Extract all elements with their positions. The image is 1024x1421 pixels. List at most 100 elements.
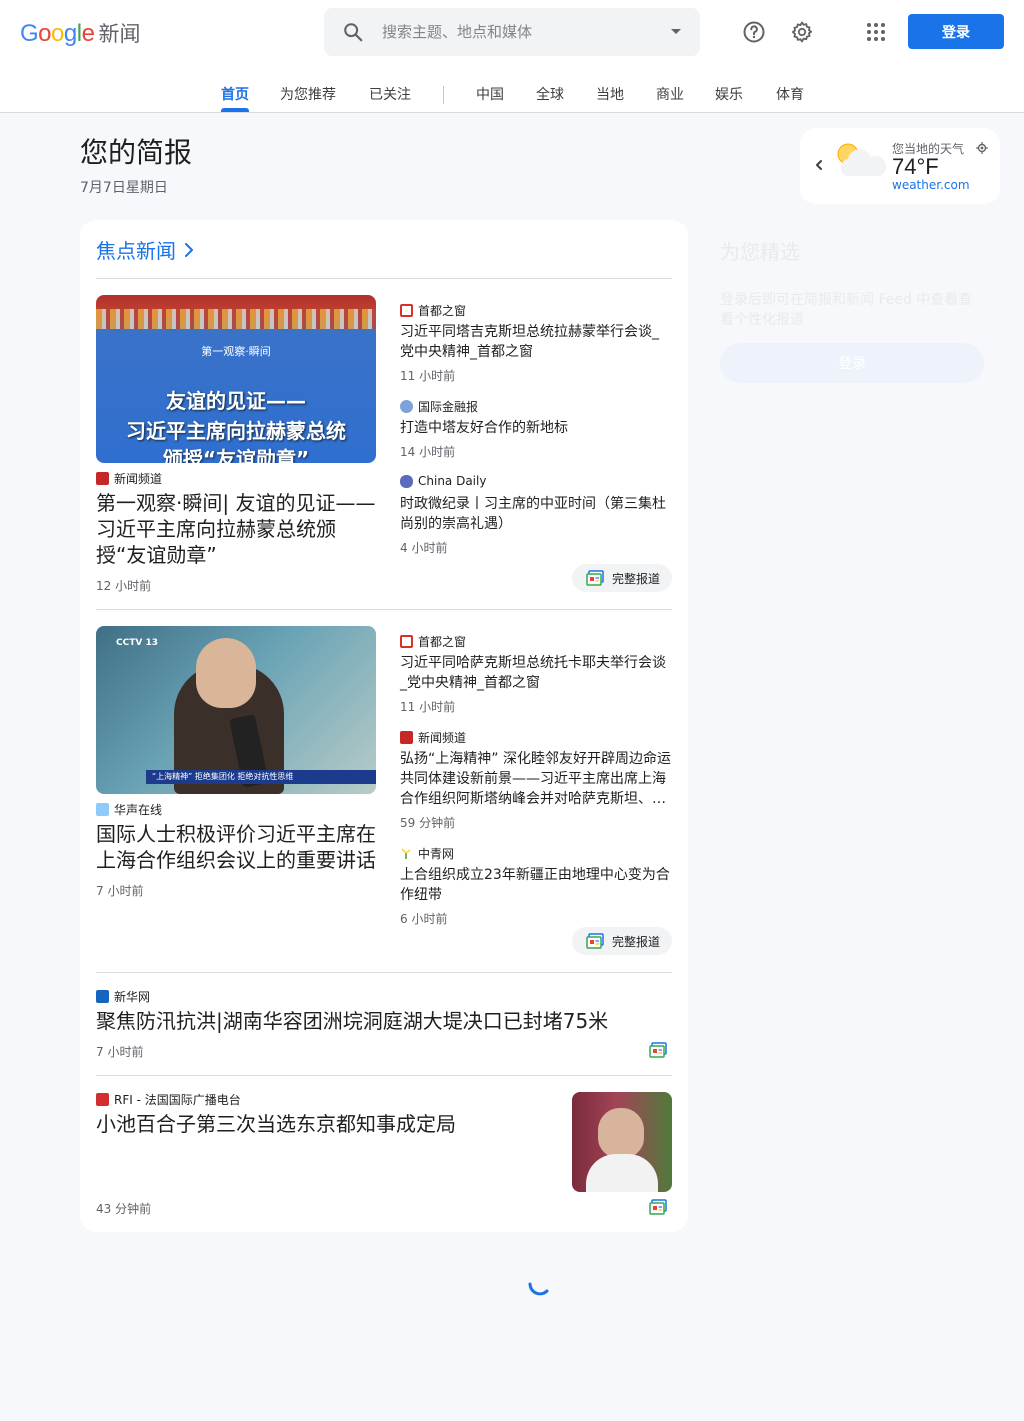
story-headline[interactable]: 国际人士积极评价习近平主席在上海合作组织会议上的重要讲话 xyxy=(96,821,376,873)
thumbnail-face xyxy=(598,1108,644,1158)
story-source[interactable]: 华声在线 xyxy=(96,801,162,818)
for-you-title: 为您精选 xyxy=(720,240,800,264)
search-box[interactable] xyxy=(324,8,700,56)
related-headline[interactable]: 习近平同塔吉克斯坦总统拉赫蒙举行会谈_党中央精神_首都之窗 xyxy=(400,322,672,362)
related-headline[interactable]: 上合组织成立23年新疆正由地理中心变为合作纽带 xyxy=(400,865,672,905)
story-image[interactable]: 第一观察·瞬间 友谊的见证—— 习近平主席向拉赫蒙总统 颁授“友谊勋章” xyxy=(96,295,376,463)
logo-product-name: 新闻 xyxy=(98,22,141,46)
story-divider xyxy=(96,1075,672,1076)
cluster-divider xyxy=(96,609,672,610)
settings-gear-icon[interactable] xyxy=(790,20,814,44)
story-image[interactable]: CCTV 13 “上海精神” 拒绝集团化 拒绝对抗性思维 xyxy=(96,626,376,794)
story-time: 59 分钟前 xyxy=(400,816,456,830)
top-stories-title: 焦点新闻 xyxy=(96,239,176,263)
story-source[interactable]: RFI - 法国国际广播电台 xyxy=(96,1091,241,1108)
related-headline[interactable]: 习近平同哈萨克斯坦总统托卡耶夫举行会谈_党中央精神_首都之窗 xyxy=(400,653,672,693)
image-caption: “上海精神” 拒绝集团化 拒绝对抗性思维 xyxy=(146,770,376,784)
chevron-left-icon[interactable] xyxy=(813,156,825,174)
source-name: 新华网 xyxy=(114,990,151,1004)
story-source[interactable]: 首都之窗 xyxy=(400,633,466,650)
source-favicon xyxy=(400,400,413,413)
tab-entertainment[interactable]: 娱乐 xyxy=(715,84,743,104)
tab-home[interactable]: 首页 xyxy=(221,84,249,104)
top-stories-heading[interactable]: 焦点新闻 xyxy=(96,235,194,264)
weather-widget[interactable]: 您当地的天气 74°F weather.com xyxy=(800,128,1000,204)
source-name: RFI - 法国国际广播电台 xyxy=(114,1093,241,1107)
for-you-login-button[interactable]: 登录 xyxy=(720,343,984,383)
help-icon[interactable] xyxy=(742,20,766,44)
tab-sports[interactable]: 体育 xyxy=(776,84,804,104)
source-favicon xyxy=(400,635,413,648)
full-coverage-icon xyxy=(586,570,604,586)
search-input[interactable] xyxy=(382,20,652,44)
image-headline-1: 友谊的见证—— xyxy=(166,389,306,413)
tab-for-you[interactable]: 为您推荐 xyxy=(280,84,336,104)
tab-business[interactable]: 商业 xyxy=(656,84,684,104)
image-face xyxy=(196,638,256,708)
source-favicon xyxy=(400,304,413,317)
tab-following[interactable]: 已关注 xyxy=(369,84,411,104)
full-coverage-label: 完整报道 xyxy=(612,934,661,949)
story-headline[interactable]: 第一观察·瞬间| 友谊的见证——习近平主席向拉赫蒙总统颁授“友谊勋章” xyxy=(96,490,376,568)
tab-local[interactable]: 当地 xyxy=(596,84,624,104)
loading-spinner-icon xyxy=(528,1282,549,1296)
story-time: 7 小时前 xyxy=(96,884,144,898)
partly-cloudy-icon xyxy=(837,143,886,176)
source-favicon xyxy=(96,990,109,1003)
story-time: 7 小时前 xyxy=(96,1045,144,1059)
login-button[interactable]: 登录 xyxy=(908,14,1004,49)
section-divider xyxy=(96,278,672,279)
source-name: 新闻频道 xyxy=(418,731,467,745)
story-time: 4 小时前 xyxy=(400,541,448,555)
search-dropdown-icon[interactable] xyxy=(671,29,681,34)
story-source[interactable]: 首都之窗 xyxy=(400,302,466,319)
location-icon[interactable] xyxy=(976,142,988,154)
briefing-date: 7月7日星期日 xyxy=(80,180,168,196)
story-source[interactable]: China Daily xyxy=(400,474,486,488)
cluster-divider xyxy=(96,972,672,973)
story-source[interactable]: 新华网 xyxy=(96,988,150,1005)
image-flowers xyxy=(96,309,376,329)
search-icon[interactable] xyxy=(342,21,364,43)
full-coverage-button[interactable]: 完整报道 xyxy=(572,927,672,955)
weather-temperature: 74°F xyxy=(892,154,939,179)
source-name: 华声在线 xyxy=(114,803,163,817)
full-coverage-button[interactable]: 完整报道 xyxy=(572,564,672,592)
story-source[interactable]: 中青网 xyxy=(400,845,454,862)
full-coverage-icon[interactable] xyxy=(649,1042,667,1058)
source-name: China Daily xyxy=(418,474,487,488)
tab-china[interactable]: 中国 xyxy=(476,84,504,104)
source-favicon xyxy=(400,731,413,744)
full-coverage-icon[interactable] xyxy=(649,1199,667,1215)
related-headline[interactable]: 时政微纪录丨习主席的中亚时间（第三集杜尚别的崇高礼遇） xyxy=(400,494,672,534)
source-favicon xyxy=(96,1093,109,1106)
story-source[interactable]: 新闻频道 xyxy=(96,470,162,487)
thumbnail-person xyxy=(586,1154,658,1192)
google-news-logo[interactable]: Google 新闻 xyxy=(20,18,140,48)
related-headline[interactable]: 弘扬“上海精神” 深化睦邻友好开辟周边命运共同体建设新前景——习近平主席出席上海… xyxy=(400,749,672,809)
source-name: 首都之窗 xyxy=(418,635,467,649)
image-headline-3: 颁授“友谊勋章” xyxy=(162,447,310,463)
source-favicon xyxy=(400,847,413,860)
tab-world[interactable]: 全球 xyxy=(536,84,564,104)
related-headline[interactable]: 打造中塔友好合作的新地标 xyxy=(400,418,672,438)
source-name: 新闻频道 xyxy=(114,472,163,486)
story-thumbnail[interactable] xyxy=(572,1092,672,1192)
story-time: 11 小时前 xyxy=(400,369,456,383)
logo-wordmark: Google xyxy=(20,20,95,47)
image-caption: 第一观察·瞬间 xyxy=(201,345,271,358)
weather-source-link[interactable]: weather.com xyxy=(892,178,970,192)
full-coverage-label: 完整报道 xyxy=(612,571,661,586)
story-source[interactable]: 新闻频道 xyxy=(400,729,466,746)
source-favicon xyxy=(96,803,109,816)
story-headline[interactable]: 聚焦防汛抗洪|湖南华容团洲垸洞庭湖大堤决口已封堵75米 xyxy=(96,1008,656,1034)
story-headline[interactable]: 小池百合子第三次当选东京都知事成定局 xyxy=(96,1111,546,1137)
apps-grid-icon[interactable] xyxy=(864,20,888,44)
source-name: 国际金融报 xyxy=(418,400,479,414)
app-header: Google 新闻 登录 首页 为您推荐 已关注 中国 全球 当地 商业 娱乐 … xyxy=(0,0,1024,113)
section-nav: 首页 为您推荐 已关注 中国 全球 当地 商业 娱乐 体育 xyxy=(0,84,1024,112)
top-stories-card: 焦点新闻 第一观察·瞬间 友谊的见证—— 习近平主席向拉赫蒙总统 颁授“友谊勋章… xyxy=(80,220,688,1232)
story-source[interactable]: 国际金融报 xyxy=(400,398,478,415)
full-coverage-icon xyxy=(586,933,604,949)
story-time: 11 小时前 xyxy=(400,700,456,714)
